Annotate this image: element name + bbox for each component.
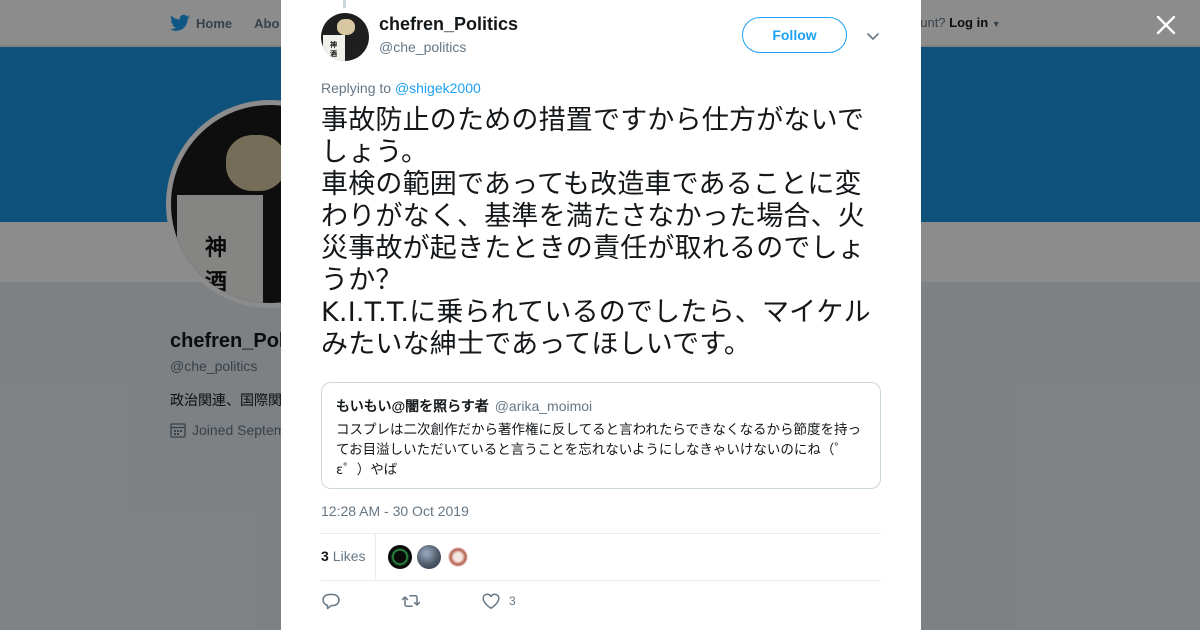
reply-icon [322, 593, 340, 610]
tweet-author-handle[interactable]: @che_politics [379, 39, 466, 55]
close-icon[interactable] [1153, 12, 1179, 38]
likes-stat[interactable]: 3 Likes [321, 533, 377, 581]
retweet-icon [401, 594, 421, 608]
quoted-author-name: もいもい@闇を照らす者 [336, 398, 489, 414]
replying-to: Replying to @shigek2000 [321, 80, 481, 96]
tweet-modal: 神 酒 chefren_Politics @che_politics Follo… [281, 0, 921, 630]
tweet-text: 事故防止のための措置ですから仕方がないでしょう。 車検の範囲であっても改造車であ… [321, 105, 871, 360]
tweet-stats: 3 Likes [321, 533, 881, 581]
chevron-down-icon[interactable] [865, 28, 881, 44]
liker-avatar[interactable] [417, 545, 442, 569]
reply-action[interactable] [321, 591, 349, 611]
tweet-timestamp[interactable]: 12:28 AM - 30 Oct 2019 [321, 503, 469, 519]
quoted-tweet[interactable]: もいもい@闇を照らす者 @arika_moimoi コスプレは二次創作だから著作… [321, 382, 881, 489]
like-action[interactable]: 3 [481, 591, 516, 611]
follow-button[interactable]: Follow [742, 17, 847, 53]
likes-label: Likes [332, 548, 366, 564]
likes-count: 3 [321, 548, 329, 564]
tweet-author-name[interactable]: chefren_Politics [379, 14, 518, 35]
like-count: 3 [509, 594, 516, 608]
heart-icon [482, 593, 500, 609]
quoted-tweet-text: コスプレは二次創作だから著作権に反してると言われたらできなくなるから節度を持って… [336, 422, 862, 478]
tweet-actions: 3 [321, 591, 568, 611]
replying-prefix: Replying to [321, 80, 392, 96]
retweet-action[interactable] [401, 591, 429, 611]
tweet-author-avatar[interactable]: 神 酒 [321, 13, 369, 61]
quoted-author-handle: @arika_moimoi [494, 398, 593, 414]
avatar-bun [337, 19, 355, 35]
replying-to-link[interactable]: @shigek2000 [395, 80, 481, 96]
liker-avatars [388, 545, 471, 569]
avatar-small-kanji-1: 神 [330, 40, 337, 49]
thread-connector [343, 0, 346, 8]
liker-avatar[interactable] [446, 545, 471, 569]
quoted-tweet-header: もいもい@闇を照らす者 @arika_moimoi [336, 396, 866, 416]
avatar-paper-small: 神 酒 [323, 35, 345, 61]
liker-avatar[interactable] [388, 545, 413, 569]
avatar-small-kanji-2: 酒 [330, 49, 337, 58]
